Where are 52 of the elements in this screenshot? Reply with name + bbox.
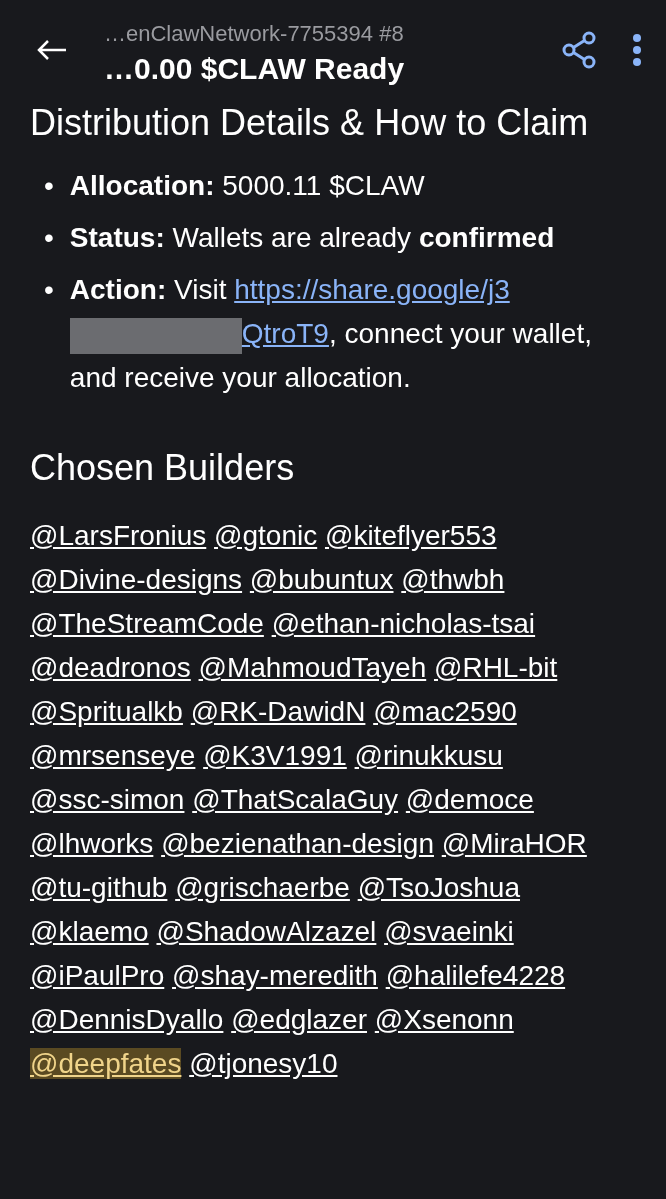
share-icon <box>562 31 598 69</box>
builders-heading: Chosen Builders <box>30 446 296 490</box>
user-mention-link[interactable]: @edglazer <box>231 1004 367 1035</box>
user-mention-link[interactable]: @grischaerbe <box>175 872 350 903</box>
user-mention-link[interactable]: @Divine-designs <box>30 564 243 595</box>
user-mention-link[interactable]: @thwbh <box>401 564 505 595</box>
user-mention-link[interactable]: @mrsenseye <box>30 740 196 771</box>
user-mention-link[interactable]: @K3V1991 <box>203 740 347 771</box>
claim-link[interactable]: QtroT9 <box>241 318 329 349</box>
user-mention-link[interactable]: @DennisDyallo <box>30 1004 224 1035</box>
detail-text: Allocation: 5000.11 $CLAW <box>69 169 425 203</box>
user-mention-link[interactable]: @tjonesy10 <box>189 1048 338 1079</box>
user-mention-link[interactable]: @svaeinki <box>384 916 514 947</box>
user-mention-link[interactable]: @RHL-bit <box>434 652 558 683</box>
user-mention-link[interactable]: @LarsFronius <box>30 520 207 551</box>
detail-text: Action: Visit https://share.google/j3 QtroT9, connect your wallet, and receive your allocation. <box>69 273 593 395</box>
user-mention-link[interactable]: @ThatScalaGuy <box>192 784 399 815</box>
user-mention-link[interactable]: @ShadowAlzazel <box>156 916 377 947</box>
user-mention-link[interactable]: @ethan-nicholas-tsai <box>271 608 536 639</box>
user-mention-link[interactable]: @democe <box>405 784 534 815</box>
user-mention-link[interactable]: @rinukkusu <box>354 740 503 771</box>
user-mention-link[interactable]: @iPaulPro <box>30 960 165 991</box>
detail-text: Status: Wallets are already confirmed <box>69 221 555 255</box>
user-mention-link[interactable]: @bezienathan-design <box>161 828 434 859</box>
bullet-marker: • <box>44 169 54 203</box>
user-mention-link[interactable]: @TheStreamCode <box>30 608 264 639</box>
user-mention-link[interactable]: @kiteflyer553 <box>324 520 497 551</box>
user-mention-link[interactable]: @deepfates <box>30 1048 182 1079</box>
user-mention-link[interactable]: @RK-DawidN <box>190 696 366 727</box>
user-mention-link[interactable]: @mac2590 <box>373 696 517 727</box>
user-mention-link[interactable]: @lhworks <box>30 828 154 859</box>
user-mention-link[interactable]: @klaemo <box>30 916 149 947</box>
page-subtitle: …enClawNetwork-7755394 #8 <box>104 20 404 48</box>
more-icon <box>632 33 642 67</box>
section-heading: Distribution Details & How to Claim <box>30 101 590 145</box>
user-mention-link[interactable]: @shay-meredith <box>172 960 378 991</box>
user-mention-link[interactable]: @MiraHOR <box>441 828 587 859</box>
user-mention-link[interactable]: @Xsenonn <box>374 1004 514 1035</box>
bullet-marker: • <box>44 273 54 307</box>
user-mention-link[interactable]: @deadronos <box>30 652 191 683</box>
claim-link[interactable]: https://share.google/j3 <box>234 274 510 305</box>
user-mention-link[interactable]: @tu-github <box>30 872 168 903</box>
user-mention-link[interactable]: @halilefe4228 <box>385 960 566 991</box>
bullet-marker: • <box>44 221 54 255</box>
user-mention-link[interactable]: @gtonic <box>214 520 318 551</box>
page-title: …0.00 $CLAW Ready <box>104 51 405 87</box>
user-mention-link[interactable]: @Spritualkb <box>30 696 183 727</box>
user-mention-link[interactable]: @MahmoudTayeh <box>198 652 427 683</box>
back-arrow-icon <box>36 38 68 62</box>
user-mention-link[interactable]: @bubuntux <box>249 564 394 595</box>
user-mention-link[interactable]: @ssc-simon <box>30 784 185 815</box>
user-mention-link[interactable]: @TsoJoshua <box>357 872 520 903</box>
